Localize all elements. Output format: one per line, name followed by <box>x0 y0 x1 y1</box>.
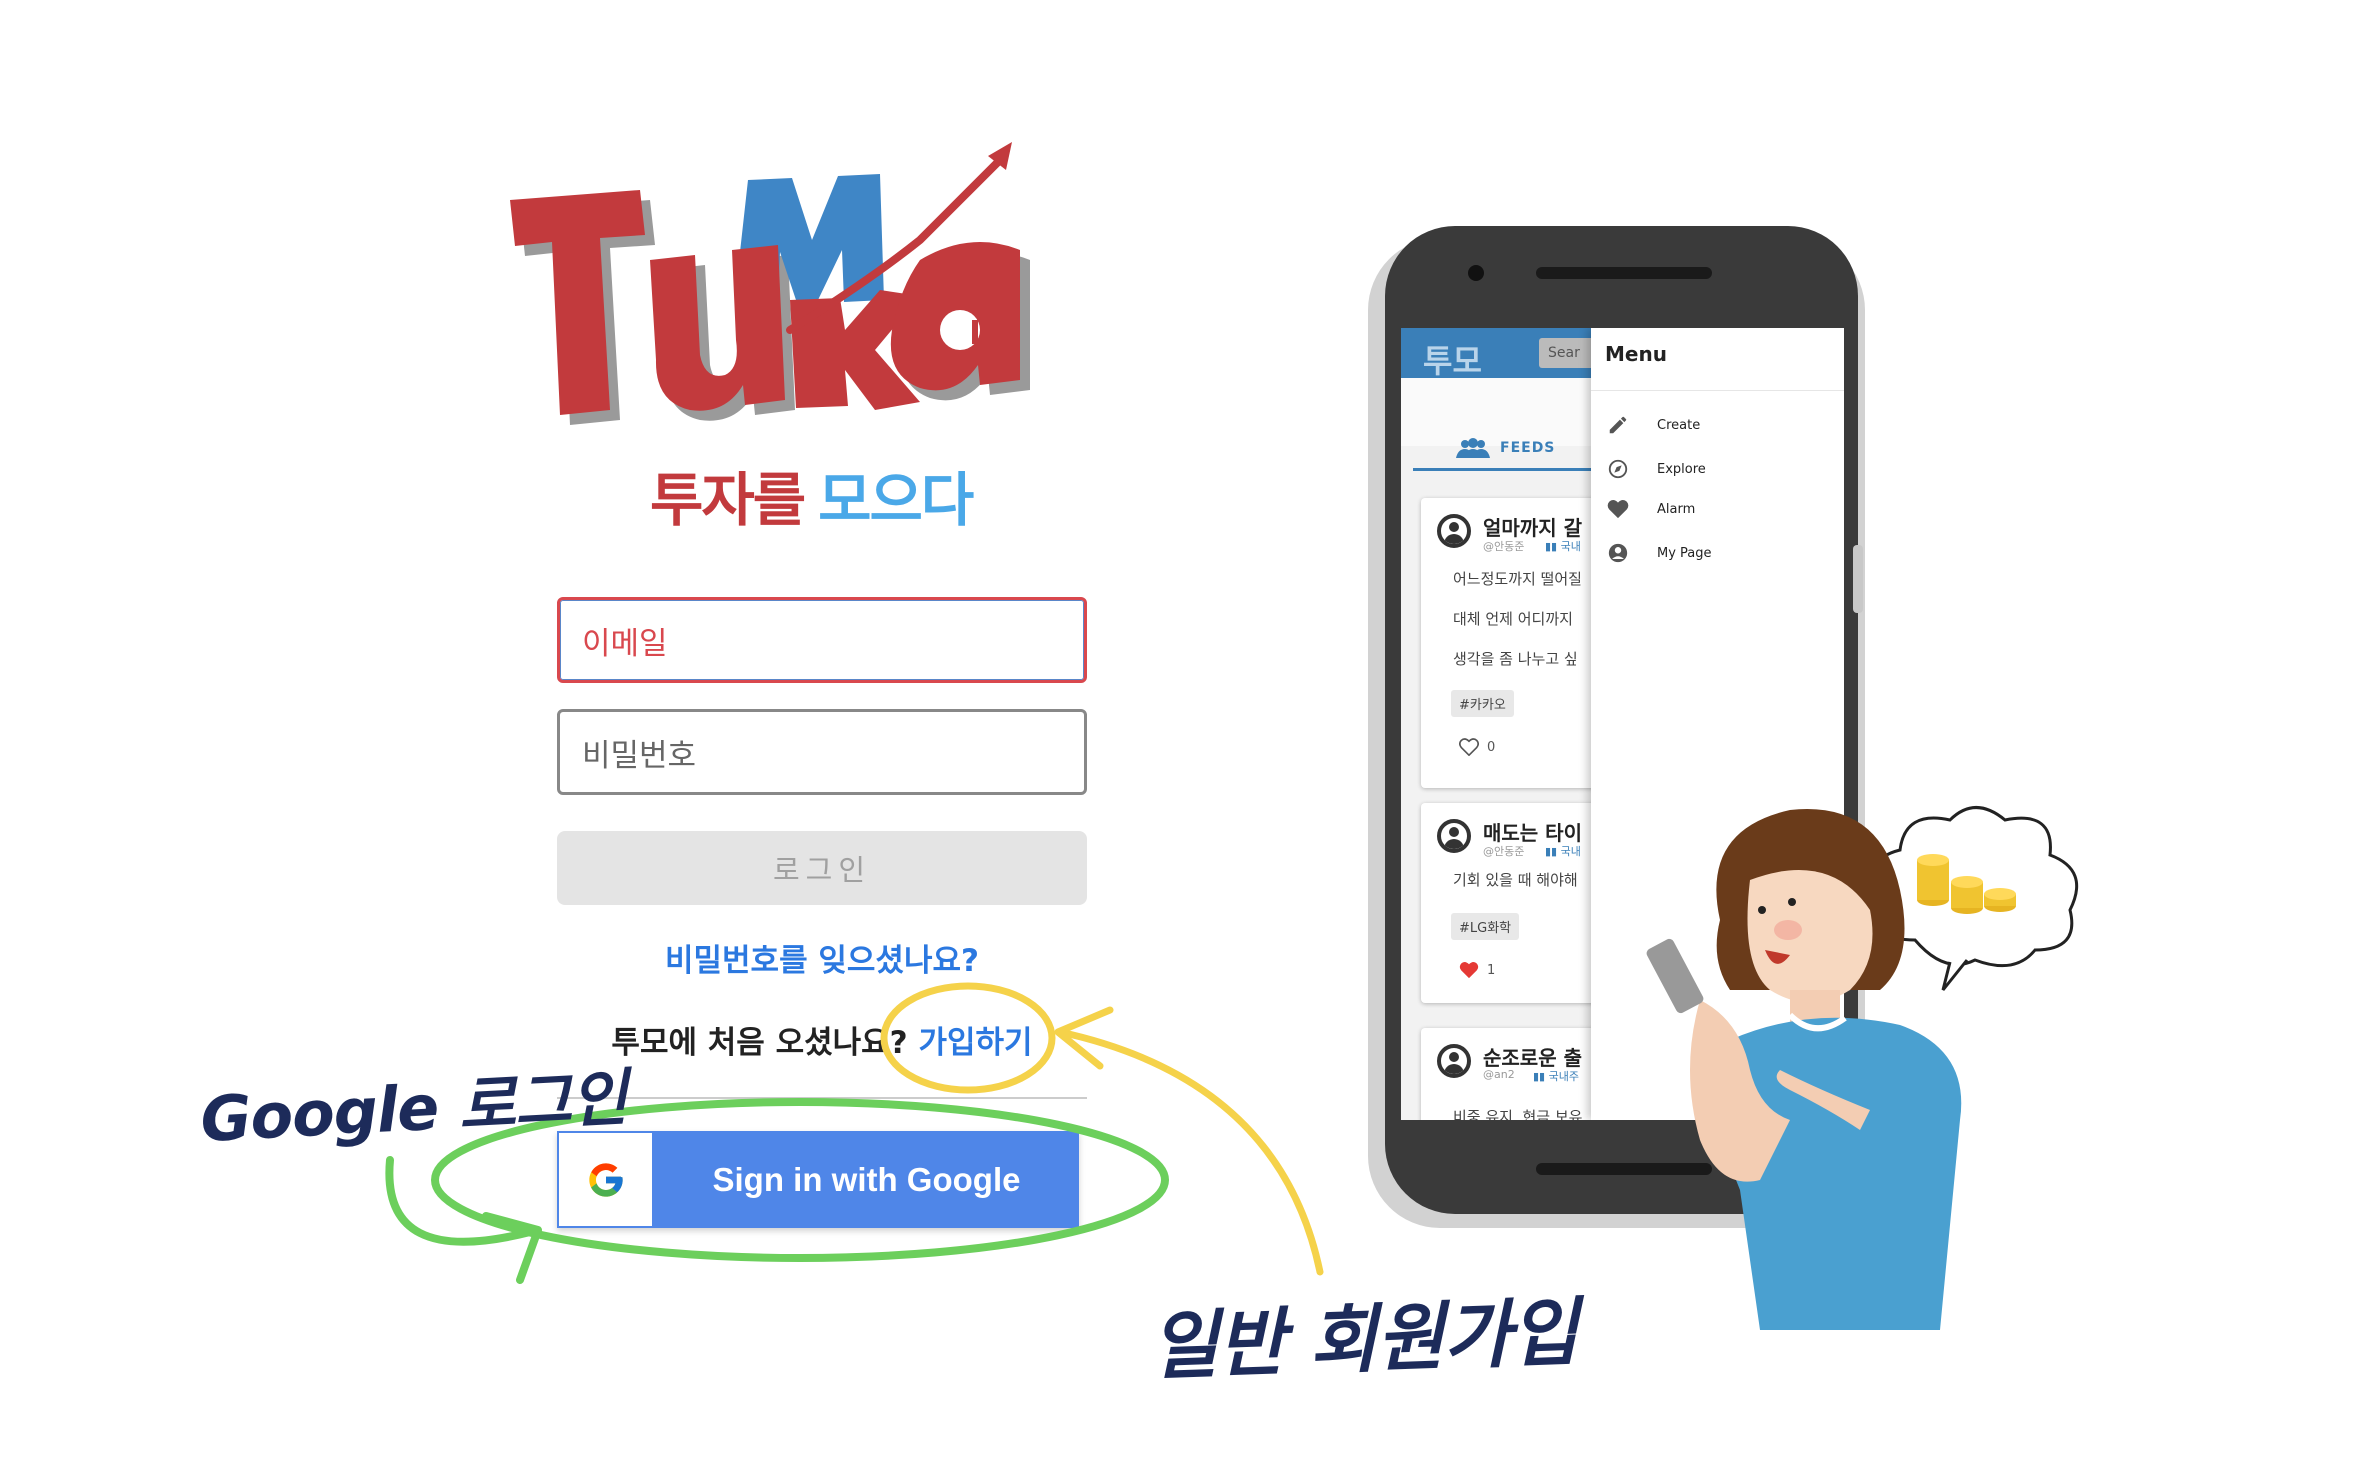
heart-outline-icon <box>1459 738 1479 756</box>
google-g-icon <box>557 1131 654 1228</box>
feed-title: 순조로운 출 <box>1483 1046 1582 1070</box>
feed-title: 얼마까지 갈 <box>1483 516 1582 540</box>
signup-arrow <box>1056 1028 1324 1276</box>
login-button[interactable]: 로그인 <box>557 831 1087 905</box>
chart-icon: ▮▮ <box>1533 1070 1549 1083</box>
tagline-part1: 투자를 <box>650 466 806 534</box>
tab-feeds-label: FEEDS <box>1500 440 1556 456</box>
feed-tag[interactable]: #LG화학 <box>1451 913 1520 940</box>
account-icon <box>1608 543 1628 563</box>
google-signin-label: Sign in with Google <box>712 1160 1021 1198</box>
feed-title: 매도는 타이 <box>1483 821 1582 845</box>
feed-user: @안동준 <box>1483 540 1525 553</box>
drawer-item-create[interactable]: Create <box>1607 414 1700 436</box>
chart-icon: ▮▮ <box>1545 540 1561 553</box>
drawer-title: Menu <box>1605 342 1667 366</box>
woman-illustration <box>1646 809 1962 1330</box>
google-signin-button[interactable]: Sign in with Google <box>557 1131 1079 1228</box>
feed-tag[interactable]: #카카오 <box>1451 690 1514 717</box>
like-control[interactable]: 0 <box>1459 738 1495 756</box>
feed-category: ▮▮ 국내 <box>1545 845 1581 858</box>
login-button-label: 로그인 <box>772 853 872 887</box>
drawer-item-my-page[interactable]: My Page <box>1607 542 1712 564</box>
feed-category: ▮▮ 국내 <box>1545 540 1581 553</box>
divider <box>557 1097 1087 1099</box>
drawer-item-explore[interactable]: Explore <box>1607 458 1706 480</box>
feed-line: 기회 있을 때 해야해 <box>1453 871 1578 889</box>
drawer-item-label: Alarm <box>1657 501 1696 517</box>
avatar <box>1437 514 1471 548</box>
avatar <box>1437 819 1471 853</box>
drawer-divider <box>1591 390 1844 391</box>
feed-line: 생각을 좀 나누고 싶 <box>1453 650 1578 668</box>
password-placeholder: 비밀번호 <box>582 737 697 774</box>
drawer-item-alarm[interactable]: Alarm <box>1607 498 1695 520</box>
heart-filled-icon <box>1459 962 1479 979</box>
tagline-part2: 모으다 <box>818 466 974 534</box>
phone-side-button <box>1853 545 1863 613</box>
tagline: 투자를 모으다 <box>650 455 990 535</box>
like-count: 0 <box>1487 739 1496 755</box>
chart-icon: ▮▮ <box>1545 845 1561 858</box>
compass-icon <box>1608 459 1628 479</box>
google-arrow <box>385 1156 534 1246</box>
heart-icon <box>1607 500 1629 519</box>
tumo-logo <box>510 142 1030 425</box>
like-count: 1 <box>1487 962 1496 978</box>
drawer-item-label: My Page <box>1657 545 1712 561</box>
like-control[interactable]: 1 <box>1459 961 1495 979</box>
signup-prompt-text: 투모에 처음 오셨나요? <box>611 1025 908 1061</box>
feed-user: @안동준 <box>1483 845 1525 858</box>
avatar <box>1437 1044 1471 1078</box>
pencil-icon <box>1609 416 1627 434</box>
feed-category: ▮▮ 국내주 <box>1533 1070 1579 1083</box>
tab-underline <box>1413 468 1613 471</box>
annotation-signup: 일반 회원가입 <box>1148 1289 1579 1391</box>
email-field[interactable]: 이메일 <box>557 597 1087 683</box>
drawer-item-label: Create <box>1657 417 1701 433</box>
feed-line: 대체 언제 어디까지 <box>1453 610 1573 628</box>
password-field[interactable]: 비밀번호 <box>557 709 1087 795</box>
feed-user: @an2 <box>1483 1068 1515 1081</box>
signup-link[interactable]: 가입하기 <box>918 1025 1032 1061</box>
phone-speaker <box>1536 267 1712 279</box>
feed-line: 비중 유지, 현금 보유 <box>1453 1108 1583 1120</box>
tab-feeds[interactable]: FEEDS <box>1456 438 1555 458</box>
forgot-password-link[interactable]: 비밀번호를 잊으셨나요? <box>557 935 1087 980</box>
people-icon <box>1456 438 1490 458</box>
phone-camera <box>1468 265 1484 281</box>
app-title: 투모 <box>1423 342 1482 380</box>
drawer-item-label: Explore <box>1657 461 1706 477</box>
feed-line: 어느정도까지 떨어질 <box>1453 570 1582 588</box>
signup-prompt: 투모에 처음 오셨나요? 가입하기 <box>557 1017 1087 1062</box>
email-placeholder: 이메일 <box>582 625 668 662</box>
